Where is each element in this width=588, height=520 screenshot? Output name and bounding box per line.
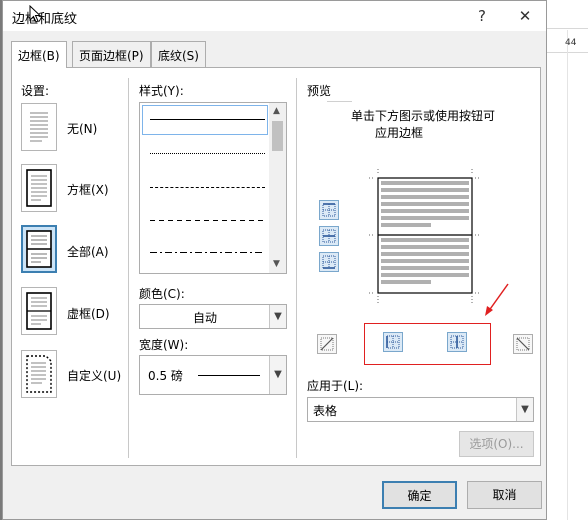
diagonal-down-icon [516,337,530,351]
setting-grid-label[interactable]: 虚框(D) [67,305,110,322]
table-line [545,28,588,29]
width-sample-line [198,375,260,376]
setting-custom-label[interactable]: 自定义(U) [67,367,121,384]
style-list-scrollbar[interactable]: ▲ ▼ [269,103,286,273]
apply-to-value: 表格 [313,404,338,418]
width-value: 0.5 磅 [148,369,183,383]
border-top-button[interactable] [319,200,339,220]
width-label: 宽度(W): [139,338,189,352]
color-value: 自动 [192,311,217,325]
scroll-thumb[interactable] [272,121,283,151]
style-solid-line[interactable] [150,119,265,120]
close-button[interactable]: ✕ [510,5,540,27]
setting-grid-button[interactable] [21,287,57,335]
ok-button[interactable]: 确定 [382,481,457,509]
selected-style-highlight [142,105,268,135]
style-dashed-line[interactable] [150,220,265,221]
red-arrow-icon [485,283,509,316]
apply-to-dropdown[interactable]: 表格 ▼ [307,397,534,422]
borders-shading-dialog: 边框和底纹 ? ✕ 边框(B) 页面边框(P) 底纹(S) 设置: 无(N) 方… [2,0,547,520]
setting-box-label[interactable]: 方框(X) [67,181,109,198]
chevron-down-icon[interactable]: ▼ [269,356,286,394]
diagonal-up-icon [320,337,334,351]
tab-shading[interactable]: 底纹(S) [151,41,206,67]
setting-none-label[interactable]: 无(N) [67,120,97,137]
border-inside-horizontal-button[interactable] [319,226,339,246]
scroll-up-icon[interactable]: ▲ [273,106,280,116]
chevron-down-icon[interactable]: ▼ [516,398,533,421]
width-dropdown[interactable]: 0.5 磅 ▼ [139,355,287,395]
background-document: 44 [545,0,588,520]
border-bottom-button[interactable] [319,252,339,272]
title-bar: 边框和底纹 ? ✕ [3,1,546,31]
border-none-icon [30,112,48,142]
chevron-down-icon[interactable]: ▼ [269,305,286,328]
tab-page-border[interactable]: 页面边框(P) [72,41,151,67]
mouse-cursor-icon [29,5,41,23]
border-diagonal-up-button[interactable] [513,334,533,354]
border-box-icon [26,169,52,207]
border-left-icon [386,335,400,349]
border-preview-diagram[interactable] [369,169,485,305]
preview-label: 预览 [307,84,332,98]
preview-hint-line1: 单击下方图示或使用按钮可 [351,109,496,123]
border-diagonal-down-button[interactable] [317,334,337,354]
borders-tab-panel: 设置: 无(N) 方框(X) 全部(A) 虚框(D) 自定义(U) 样式(Y):… [11,67,541,466]
color-dropdown[interactable]: 自动 ▼ [139,304,287,329]
tab-borders[interactable]: 边框(B) [11,41,67,68]
border-grid-icon [26,292,52,330]
setting-all-button[interactable] [21,225,57,273]
border-all-icon [26,230,52,268]
color-label: 颜色(C): [139,287,185,301]
cell-value: 44 [565,38,577,48]
column-divider [296,78,297,458]
column-divider [128,78,129,458]
border-style-list[interactable]: ▲ ▼ [139,102,287,274]
style-dotted-line[interactable] [150,153,265,154]
style-label: 样式(Y): [139,84,184,98]
setting-custom-button[interactable] [21,350,57,398]
border-inside-vertical-icon [450,335,464,349]
setting-none-button[interactable] [21,103,57,151]
style-dash-dot-line[interactable] [150,252,265,253]
scroll-down-icon[interactable]: ▼ [273,259,280,269]
setting-box-button[interactable] [21,164,57,212]
options-button[interactable]: 选项(O)... [459,431,534,457]
border-inside-vertical-button[interactable] [447,332,467,352]
group-line [327,101,352,102]
help-button[interactable]: ? [467,5,497,27]
dialog-title: 边框和底纹 [12,12,78,27]
setting-all-label[interactable]: 全部(A) [67,243,109,260]
border-custom-icon [26,355,52,393]
style-dense-dashed-line[interactable] [150,187,265,188]
border-top-icon [322,203,336,217]
preview-hint-line2: 应用边框 [375,126,424,140]
cancel-button[interactable]: 取消 [467,481,542,509]
apply-to-label: 应用于(L): [307,379,364,393]
settings-label: 设置: [21,84,50,98]
border-bottom-icon [322,255,336,269]
border-inside-horizontal-icon [322,229,336,243]
border-left-button[interactable] [383,332,403,352]
table-line [567,30,568,520]
